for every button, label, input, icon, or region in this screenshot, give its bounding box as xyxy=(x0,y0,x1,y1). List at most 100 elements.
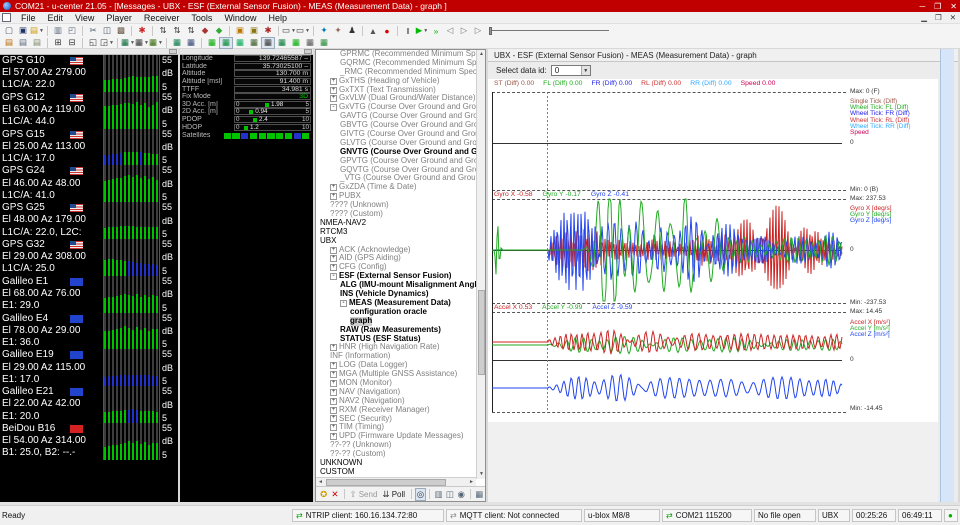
receiver-port-1-icon[interactable]: ⇅ xyxy=(156,25,170,37)
expand-icon[interactable]: + xyxy=(330,407,337,414)
expand-icon[interactable]: + xyxy=(330,78,337,85)
ucenter-icon[interactable]: ✱ xyxy=(135,25,149,37)
statistic-view-icon[interactable]: ▦ xyxy=(275,37,289,49)
measurement-chart[interactable]: ST (Diff) 0.00FL (Diff) 0.00FR (Diff) 0.… xyxy=(488,79,938,422)
histogram-view-icon[interactable]: ▦ xyxy=(233,37,247,49)
expand-icon[interactable]: + xyxy=(330,371,337,378)
expand-icon[interactable]: + xyxy=(330,255,337,262)
chart-view-1-icon[interactable]: ▦▼ xyxy=(121,37,135,49)
camera-view-icon[interactable]: ▦ xyxy=(247,37,261,49)
expand-icon[interactable]: + xyxy=(330,87,337,94)
signal-view-icon[interactable]: ▦ xyxy=(289,37,303,49)
tools-antenna-icon[interactable]: ♟ xyxy=(345,25,359,37)
save-file-icon[interactable]: ▣ xyxy=(16,25,30,37)
receiver-autobaud-icon[interactable]: ◆ xyxy=(212,25,226,37)
mdi-close-button[interactable]: ✕ xyxy=(950,13,956,22)
mdi-minimize-button[interactable]: ▁ xyxy=(921,13,927,22)
chevron-down-icon[interactable]: ▼ xyxy=(158,40,163,46)
chevron-down-icon[interactable]: ▼ xyxy=(109,40,114,46)
step-forward-icon[interactable]: ▷ xyxy=(457,25,471,37)
menu-edit[interactable]: Edit xyxy=(42,13,70,23)
print-preview-icon[interactable]: ◰ xyxy=(65,25,79,37)
expand-icon[interactable]: + xyxy=(330,193,337,200)
menu-player[interactable]: Player xyxy=(100,13,138,23)
menu-view[interactable]: View xyxy=(69,13,100,23)
chevron-down-icon[interactable]: ▼ xyxy=(39,28,44,34)
grid-icon[interactable]: ▦ xyxy=(474,488,485,501)
chevron-down-icon[interactable]: ▼ xyxy=(581,66,590,75)
play-icon[interactable]: ▶▼ xyxy=(415,25,429,37)
copy-message-icon[interactable]: ◫ xyxy=(444,488,455,501)
expand-icon[interactable]: + xyxy=(330,95,337,102)
tile-vertical-icon[interactable]: ⊟ xyxy=(65,37,79,49)
minimize-button[interactable]: ─ xyxy=(919,2,925,11)
step-back-icon[interactable]: ◁ xyxy=(443,25,457,37)
find-icon[interactable]: ◎ xyxy=(415,488,426,501)
expand-icon[interactable]: + xyxy=(330,247,337,254)
expand-icon[interactable]: + xyxy=(330,264,337,271)
map-view-icon[interactable]: ▦ xyxy=(184,37,198,49)
menu-receiver[interactable]: Receiver xyxy=(138,13,186,23)
chart-view-2-icon[interactable]: ▦▼ xyxy=(135,37,149,49)
poll-icon[interactable]: ⇊ xyxy=(380,488,391,501)
docking-view-icon[interactable]: ▦ xyxy=(261,37,275,49)
expand-icon[interactable]: + xyxy=(330,184,337,191)
window-layout-1-icon[interactable]: ◱ xyxy=(86,37,100,49)
tree-scroll-thumb[interactable] xyxy=(478,290,485,375)
packet-console-icon[interactable]: ▤ xyxy=(2,37,16,49)
expand-icon[interactable]: + xyxy=(330,424,337,431)
print-message-icon[interactable]: ▥ xyxy=(433,488,444,501)
tree-item[interactable]: configuration oracle xyxy=(316,308,476,317)
tree-item[interactable]: RTCM3 xyxy=(316,228,476,237)
firmware-pkg-3-icon[interactable]: ✱ xyxy=(261,25,275,37)
scroll-down-icon[interactable]: ▼ xyxy=(477,470,486,479)
expand-icon[interactable]: + xyxy=(330,398,337,405)
expand-icon[interactable]: + xyxy=(330,415,337,422)
tree-vertical-scrollbar[interactable]: ▲ ▼ xyxy=(476,50,485,479)
firmware-pkg-1-icon[interactable]: ▣ xyxy=(233,25,247,37)
send-icon[interactable]: ⇧ xyxy=(347,488,358,501)
record-icon[interactable]: ● xyxy=(380,25,394,37)
tree-item[interactable]: CUSTOM xyxy=(316,468,476,477)
delete-icon[interactable]: ✕ xyxy=(329,488,340,501)
expand-icon[interactable]: + xyxy=(330,344,337,351)
message-view-icon[interactable]: ▦ xyxy=(303,37,317,49)
firmware-pkg-2-icon[interactable]: ▣ xyxy=(247,25,261,37)
print-icon[interactable]: ▥ xyxy=(51,25,65,37)
tree-item-label[interactable]: UBX xyxy=(320,237,336,246)
scroll-up-icon[interactable]: ▲ xyxy=(477,50,486,59)
maximize-button[interactable]: ❐ xyxy=(934,2,941,11)
menu-help[interactable]: Help xyxy=(262,13,293,23)
window-layout-2-icon[interactable]: ◲▼ xyxy=(100,37,114,49)
receiver-port-3-icon[interactable]: ⇅ xyxy=(184,25,198,37)
view-combo-2-icon[interactable]: ▭▼ xyxy=(296,25,310,37)
chevron-down-icon[interactable]: ▼ xyxy=(423,28,428,34)
new-file-icon[interactable]: ▢ xyxy=(2,25,16,37)
copy-icon[interactable]: ◫ xyxy=(100,25,114,37)
eject-icon[interactable]: ▲ xyxy=(366,25,380,37)
binary-console-icon[interactable]: ▤ xyxy=(16,37,30,49)
tile-horizontal-icon[interactable]: ⊞ xyxy=(51,37,65,49)
expand-icon[interactable]: + xyxy=(330,389,337,396)
menu-window[interactable]: Window xyxy=(218,13,262,23)
deviation-map-icon[interactable]: ▦ xyxy=(219,37,233,49)
collapse-icon[interactable]: - xyxy=(340,300,347,307)
data-id-combobox[interactable]: 0 ▼ xyxy=(551,65,591,76)
open-file-icon[interactable]: ▤▼ xyxy=(30,25,44,37)
tree-item-label[interactable]: CUSTOM xyxy=(320,468,355,477)
pin-icon[interactable]: ◉ xyxy=(456,488,467,501)
menu-file[interactable]: File xyxy=(15,13,42,23)
table-view-icon[interactable]: ▦ xyxy=(170,37,184,49)
text-console-icon[interactable]: ▤ xyxy=(30,37,44,49)
lock-icon[interactable]: ✪ xyxy=(318,488,329,501)
receiver-hotkeys-icon[interactable]: ◆ xyxy=(198,25,212,37)
receiver-port-2-icon[interactable]: ⇅ xyxy=(170,25,184,37)
collapse-icon[interactable]: - xyxy=(330,104,337,111)
chart-view-3-icon[interactable]: ▦▼ xyxy=(149,37,163,49)
config-view-icon[interactable]: ▦ xyxy=(317,37,331,49)
playback-slider[interactable] xyxy=(489,27,609,35)
tree-hscroll-thumb[interactable] xyxy=(326,479,446,486)
menu-tools[interactable]: Tools xyxy=(185,13,218,23)
expand-icon[interactable]: + xyxy=(330,380,337,387)
chevron-down-icon[interactable]: ▼ xyxy=(305,28,310,34)
